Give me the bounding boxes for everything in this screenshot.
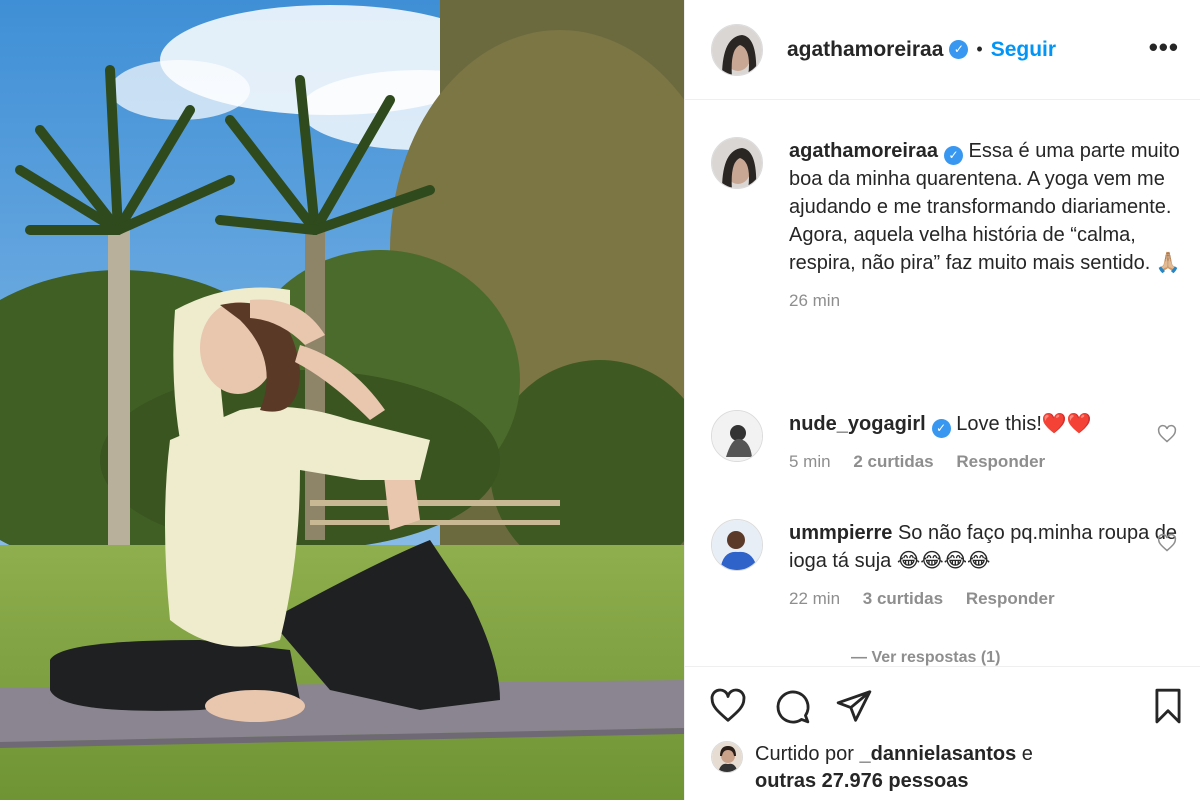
liked-by-prefix: Curtido por [755,743,854,765]
author-username[interactable]: agathamoreiraa [787,38,943,62]
comment-icon[interactable] [773,687,811,725]
liker-avatar[interactable] [711,741,743,773]
caption-meta: 26 min [789,291,1181,311]
caption-body: agathamoreiraa ✓ Essa é uma parte muito b… [789,137,1181,277]
caption-username[interactable]: agathamoreiraa [789,140,938,162]
liked-by-text: Curtido por _dannielasantos e outras 27.… [755,741,1075,795]
reply-button[interactable]: Responder [956,452,1045,471]
paper-plane-icon[interactable] [835,687,873,725]
comment-body: nude_yogagirl ✓ Love this!❤️❤️ [789,410,1181,438]
like-comment-heart-icon[interactable] [1157,533,1177,553]
post-header: agathamoreiraa ✓ • Seguir ••• [685,0,1200,100]
yoga-photo-illustration [0,0,684,800]
liked-by-conj: e [1021,743,1033,765]
verified-badge-icon: ✓ [931,419,951,438]
bookmark-icon[interactable] [1149,687,1187,725]
comment-meta: 5 min 2 curtidas Responder [789,452,1181,472]
comment-body: ummpierre So não faço pq.minha roupa de … [789,519,1181,575]
liked-by: Curtido por _dannielasantos e outras 27.… [711,741,1075,795]
post-actions: Curtido por _dannielasantos e outras 27.… [685,666,1200,800]
reply-button[interactable]: Responder [966,589,1055,608]
comment-meta: 22 min 3 curtidas Responder [789,589,1181,609]
commenter-avatar[interactable] [711,519,763,571]
post-photo[interactable] [0,0,684,800]
liked-by-user[interactable]: _dannielasantos [860,743,1017,765]
more-options-icon[interactable]: ••• [1149,32,1179,63]
liked-by-others[interactable]: outras 27.976 pessoas [755,770,968,792]
comment-likes[interactable]: 3 curtidas [863,589,943,608]
separator-dot: • [976,39,983,59]
heart-icon[interactable] [709,687,747,725]
verified-badge-icon: ✓ [949,40,969,59]
commenter-avatar[interactable] [711,410,763,462]
caption-avatar[interactable] [711,137,763,189]
caption: agathamoreiraa ✓ Essa é uma parte muito b… [711,137,1181,311]
like-comment-heart-icon[interactable] [1157,424,1177,444]
caption-time[interactable]: 26 min [789,291,840,310]
comment-item: nude_yogagirl ✓ Love this!❤️❤️ 5 min 2 cu… [711,410,1181,472]
comments-list[interactable]: agathamoreiraa ✓ Essa é uma parte muito b… [685,101,1200,666]
comment-item: ummpierre So não faço pq.minha roupa de … [711,519,1181,609]
verified-badge-icon: ✓ [943,146,963,165]
author-avatar[interactable] [711,23,763,76]
follow-button[interactable]: Seguir [991,38,1056,62]
comment-likes[interactable]: 2 curtidas [853,452,933,471]
comment-username[interactable]: nude_yogagirl [789,413,926,435]
comment-text: Love this!❤️❤️ [956,413,1092,435]
view-replies-link[interactable]: — Ver respostas (1) [851,649,1000,666]
comment-time[interactable]: 22 min [789,589,840,608]
comment-username[interactable]: ummpierre [789,522,892,544]
comment-time[interactable]: 5 min [789,452,831,471]
post-side-panel: agathamoreiraa ✓ • Seguir ••• agathamore… [684,0,1200,800]
